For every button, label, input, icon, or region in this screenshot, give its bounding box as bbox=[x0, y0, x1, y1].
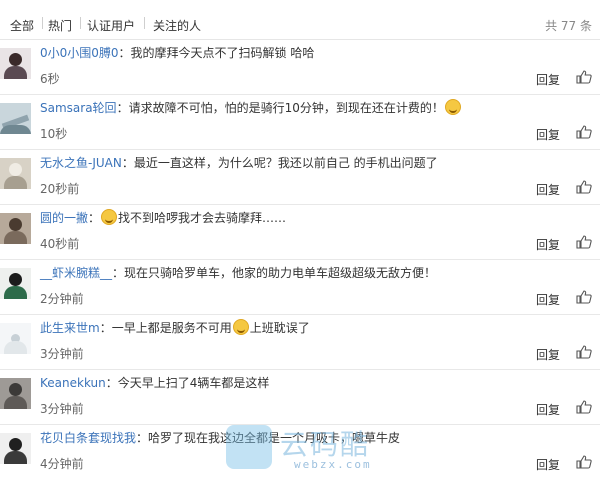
comment-text: ：今天早上扫了4辆车都是这样 bbox=[105, 376, 270, 390]
comment-content: __虾米腕糕__：现在只骑哈罗单车，他家的助力电单车超级超级无敌方便！ bbox=[40, 264, 436, 282]
comment-text: ：最近一直这样，为什么呢？我还以前自己 的手机出问题了 bbox=[121, 156, 438, 170]
comment-list: 0小0小围0膊0：我的摩拜今天点不了扫码解锁 哈哈 6秒 回复 Samsara轮… bbox=[0, 40, 600, 480]
grin-emoji-icon bbox=[101, 209, 118, 225]
like-thumb-icon[interactable] bbox=[576, 180, 592, 194]
like-thumb-icon[interactable] bbox=[576, 345, 592, 359]
comment-time: 6秒 bbox=[40, 72, 60, 86]
laugh-emoji-icon bbox=[444, 99, 461, 115]
comment-content: Keanekkun：今天早上扫了4辆车都是这样 bbox=[40, 374, 269, 392]
avatar[interactable] bbox=[0, 213, 31, 244]
tab-verified[interactable]: 认证用户 bbox=[87, 17, 135, 34]
like-thumb-icon[interactable] bbox=[576, 400, 592, 414]
like-thumb-icon[interactable] bbox=[576, 235, 592, 249]
comment-filter-tabs: 全部 热门 认证用户 关注的人 共 77 条 bbox=[0, 0, 600, 40]
tab-divider bbox=[80, 17, 81, 29]
comment-username[interactable]: 花贝白条套现找我 bbox=[40, 431, 136, 445]
comment-item: __虾米腕糕__：现在只骑哈罗单车，他家的助力电单车超级超级无敌方便！ 2分钟前… bbox=[0, 260, 600, 315]
reply-button[interactable]: 回复 bbox=[536, 346, 560, 363]
reply-button[interactable]: 回复 bbox=[536, 236, 560, 253]
comment-text: ：现在只骑哈罗单车，他家的助力电单车超级超级无敌方便！ bbox=[112, 266, 437, 280]
comment-username[interactable]: 0小0小围0膊0 bbox=[40, 46, 119, 60]
reply-button[interactable]: 回复 bbox=[536, 126, 560, 143]
comment-item: 此生来世m：一早上都是服务不可用 上班耽误了 3分钟前 回复 bbox=[0, 315, 600, 370]
comment-username[interactable]: Keanekkun bbox=[40, 376, 106, 390]
comment-item: 0小0小围0膊0：我的摩拜今天点不了扫码解锁 哈哈 6秒 回复 bbox=[0, 40, 600, 95]
comment-text: 找不到哈啰我才会去骑摩拜…… bbox=[118, 211, 287, 225]
like-thumb-icon[interactable] bbox=[576, 455, 592, 469]
like-thumb-icon[interactable] bbox=[576, 125, 592, 139]
watermark: 云码酷 webzx.com bbox=[226, 421, 386, 473]
comment-text: ：一早上都是服务不可用 bbox=[99, 321, 232, 335]
comment-content: 0小0小围0膊0：我的摩拜今天点不了扫码解锁 哈哈 bbox=[40, 44, 314, 62]
comment-username[interactable]: 此生来世m bbox=[40, 321, 100, 335]
comment-time: 3分钟前 bbox=[40, 347, 84, 361]
tab-following[interactable]: 关注的人 bbox=[153, 17, 201, 34]
reply-button[interactable]: 回复 bbox=[536, 71, 560, 88]
comment-username[interactable]: 圆的一撇 bbox=[40, 211, 88, 225]
comment-time: 20秒前 bbox=[40, 182, 80, 196]
avatar[interactable] bbox=[0, 48, 31, 79]
reply-button[interactable]: 回复 bbox=[536, 401, 560, 418]
watermark-logo-icon bbox=[226, 425, 272, 469]
comment-content: 此生来世m：一早上都是服务不可用 上班耽误了 bbox=[40, 319, 310, 337]
reply-button[interactable]: 回复 bbox=[536, 456, 560, 473]
reply-button[interactable]: 回复 bbox=[536, 181, 560, 198]
comment-username[interactable]: __虾米腕糕__ bbox=[40, 266, 112, 280]
awkward-emoji-icon bbox=[232, 319, 249, 335]
avatar[interactable] bbox=[0, 433, 31, 464]
comment-item: Keanekkun：今天早上扫了4辆车都是这样 3分钟前 回复 bbox=[0, 370, 600, 425]
avatar[interactable] bbox=[0, 268, 31, 299]
comment-item: 圆的一撇： 找不到哈啰我才会去骑摩拜…… 40秒前 回复 bbox=[0, 205, 600, 260]
comment-username[interactable]: Samsara轮回 bbox=[40, 101, 117, 115]
like-thumb-icon[interactable] bbox=[576, 70, 592, 84]
comment-total-count: 共 77 条 bbox=[545, 19, 592, 33]
tab-hot[interactable]: 热门 bbox=[48, 17, 72, 34]
comment-username[interactable]: 无水之鱼-JUAN bbox=[40, 156, 122, 170]
comment-content: 圆的一撇： 找不到哈啰我才会去骑摩拜…… bbox=[40, 209, 287, 225]
avatar[interactable] bbox=[0, 323, 31, 354]
comment-time: 10秒 bbox=[40, 127, 68, 141]
avatar[interactable] bbox=[0, 103, 31, 134]
comment-content: Samsara轮回：请求故障不可怕，怕的是骑行10分钟，到现在还在计费的！ bbox=[40, 99, 462, 117]
comment-item: 无水之鱼-JUAN：最近一直这样，为什么呢？我还以前自己 的手机出问题了 20秒… bbox=[0, 150, 600, 205]
avatar[interactable] bbox=[0, 378, 31, 409]
watermark-url: webzx.com bbox=[294, 458, 372, 471]
reply-button[interactable]: 回复 bbox=[536, 291, 560, 308]
tab-divider bbox=[42, 17, 43, 29]
watermark-text: 云码酷 bbox=[280, 428, 371, 461]
tab-divider bbox=[144, 17, 145, 29]
comment-text: ：我的摩拜今天点不了扫码解锁 哈哈 bbox=[118, 46, 315, 60]
comment-time: 4分钟前 bbox=[40, 457, 84, 471]
comment-content: 无水之鱼-JUAN：最近一直这样，为什么呢？我还以前自己 的手机出问题了 bbox=[40, 154, 438, 172]
comment-text: ：请求故障不可怕，怕的是骑行10分钟，到现在还在计费的！ bbox=[116, 101, 444, 115]
comment-time: 2分钟前 bbox=[40, 292, 84, 306]
comment-item: Samsara轮回：请求故障不可怕，怕的是骑行10分钟，到现在还在计费的！ 10… bbox=[0, 95, 600, 150]
tab-all[interactable]: 全部 bbox=[10, 17, 34, 34]
like-thumb-icon[interactable] bbox=[576, 290, 592, 304]
comment-time: 3分钟前 bbox=[40, 402, 84, 416]
comment-text-continued: 上班耽误了 bbox=[249, 321, 310, 335]
avatar[interactable] bbox=[0, 158, 31, 189]
comment-time: 40秒前 bbox=[40, 237, 80, 251]
